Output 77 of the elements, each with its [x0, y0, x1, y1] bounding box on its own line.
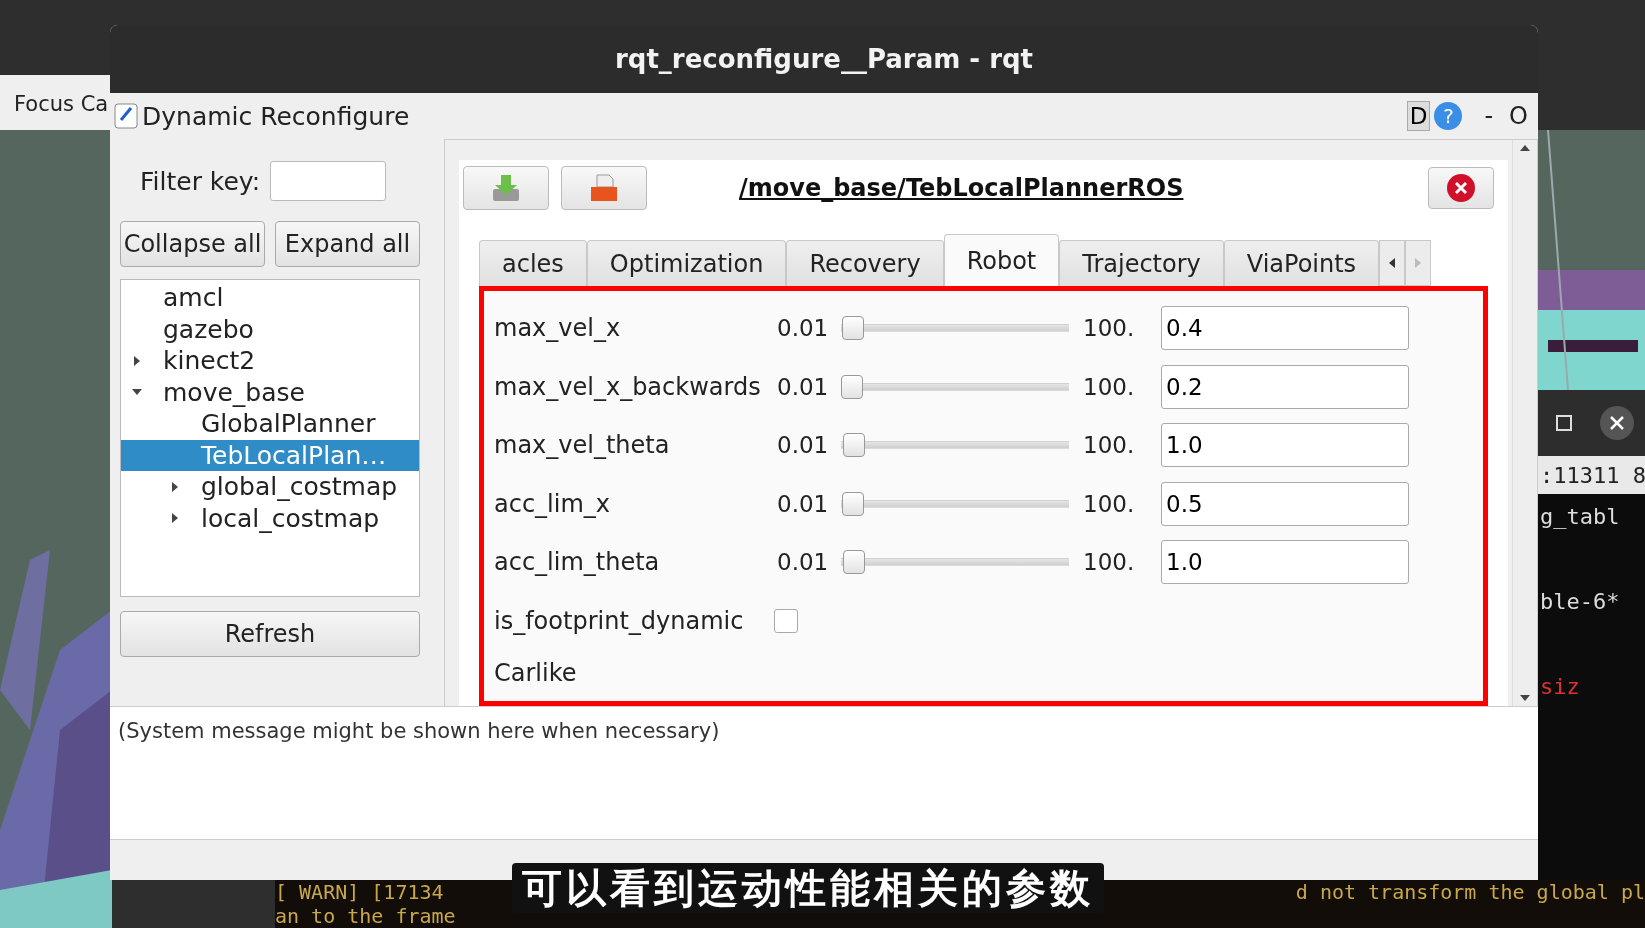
- max-value: 100.: [1083, 373, 1136, 400]
- load-button[interactable]: [561, 166, 647, 210]
- tab[interactable]: acles: [479, 240, 587, 286]
- slider-thumb[interactable]: [841, 374, 864, 399]
- refresh-button[interactable]: Refresh: [120, 611, 420, 657]
- terminal-text: [ WARN] [17134: [275, 880, 444, 904]
- slider-thumb[interactable]: [843, 550, 866, 575]
- window-title: Focus Ca: [13, 92, 109, 116]
- terminal-text: siz: [1539, 674, 1581, 699]
- tree-item[interactable]: gazebo: [121, 313, 419, 345]
- minimize-button[interactable]: -: [1478, 102, 1500, 130]
- value-field[interactable]: 0.5: [1161, 481, 1409, 526]
- tree-item[interactable]: TebLocalPlan…: [121, 439, 419, 471]
- download-icon: [491, 173, 521, 203]
- value-field[interactable]: 1.0: [1161, 423, 1409, 468]
- parameter-name: max_vel_theta: [494, 431, 671, 460]
- plugin-icon: [114, 103, 138, 129]
- tab[interactable]: Trajectory: [1059, 240, 1224, 286]
- close-icon: [1446, 173, 1476, 203]
- min-value: 0.01: [777, 549, 830, 576]
- left-arrow-icon: [1388, 257, 1397, 269]
- expand-all-button[interactable]: Expand all: [275, 221, 420, 267]
- terminal-tab-title: :11311 8: [1539, 462, 1645, 488]
- float-button[interactable]: O: [1503, 102, 1534, 130]
- down-arrow-icon[interactable]: [1519, 694, 1531, 702]
- parameter-name: is_footprint_dynamic: [494, 606, 745, 635]
- close-button[interactable]: [1428, 167, 1494, 209]
- plugin-title: Dynamic Reconfigure: [142, 101, 410, 131]
- slider-thumb[interactable]: [842, 491, 864, 516]
- value-field[interactable]: 0.2: [1161, 364, 1409, 409]
- save-button[interactable]: [463, 166, 549, 210]
- terminal-text: g_tabl: [1539, 504, 1621, 529]
- min-value: 0.01: [777, 315, 830, 342]
- min-value: 0.01: [777, 432, 830, 459]
- parameter-name: max_vel_x_backwards: [494, 372, 762, 401]
- window-title: rqt_reconfigure__Param - rqt: [614, 44, 1034, 74]
- parameter-name: acc_lim_theta: [494, 548, 661, 577]
- scroll-left-button[interactable]: [1379, 240, 1406, 286]
- debug-button[interactable]: D: [1406, 101, 1431, 131]
- min-value: 0.01: [777, 490, 830, 517]
- up-arrow-icon[interactable]: [1519, 144, 1531, 152]
- tree-item[interactable]: kinect2: [121, 345, 419, 377]
- value-field[interactable]: 1.0: [1161, 540, 1409, 585]
- slider-thumb[interactable]: [841, 316, 864, 341]
- subtitle: 可以看到运动性能相关的参数: [522, 863, 1094, 913]
- filter-field[interactable]: [270, 161, 387, 201]
- parameter-name: acc_lim_x: [494, 489, 611, 518]
- terminal-text: ble-6*: [1539, 589, 1621, 614]
- tree-item[interactable]: amcl: [121, 282, 419, 314]
- maximize-icon[interactable]: [1556, 415, 1572, 431]
- group-title: Carlike: [494, 659, 578, 687]
- value-field[interactable]: 0.4: [1161, 306, 1409, 351]
- right-arrow-icon: [1414, 257, 1423, 269]
- filter-label: Filter key:: [140, 166, 261, 196]
- checkbox[interactable]: [774, 608, 798, 633]
- parameter-name: max_vel_x: [494, 314, 622, 343]
- tab[interactable]: ViaPoints: [1223, 240, 1380, 286]
- terminal-text: an to the frame: [275, 904, 456, 928]
- tree-item[interactable]: move_base: [121, 376, 419, 408]
- close-icon[interactable]: [1600, 406, 1634, 440]
- max-value: 100.: [1083, 549, 1136, 576]
- min-value: 0.01: [777, 373, 830, 400]
- tab[interactable]: Recovery: [786, 240, 944, 286]
- node-path: /move_base/TebLocalPlannerROS: [739, 174, 1184, 202]
- collapse-all-button[interactable]: Collapse all: [120, 221, 265, 267]
- max-value: 100.: [1083, 432, 1136, 459]
- slider-thumb[interactable]: [843, 433, 866, 458]
- tab[interactable]: Optimization: [586, 240, 787, 286]
- system-message: (System message might be shown here when necessary): [118, 719, 720, 743]
- document-icon: [589, 173, 619, 203]
- max-value: 100.: [1083, 490, 1136, 517]
- max-value: 100.: [1083, 315, 1136, 342]
- terminal-text: d not transform the global pl: [1295, 880, 1645, 904]
- tree-item[interactable]: global_costmap: [121, 471, 419, 503]
- tab[interactable]: Robot: [943, 234, 1060, 286]
- tree-item[interactable]: GlobalPlanner: [121, 408, 419, 440]
- tree-item[interactable]: local_costmap: [121, 502, 419, 534]
